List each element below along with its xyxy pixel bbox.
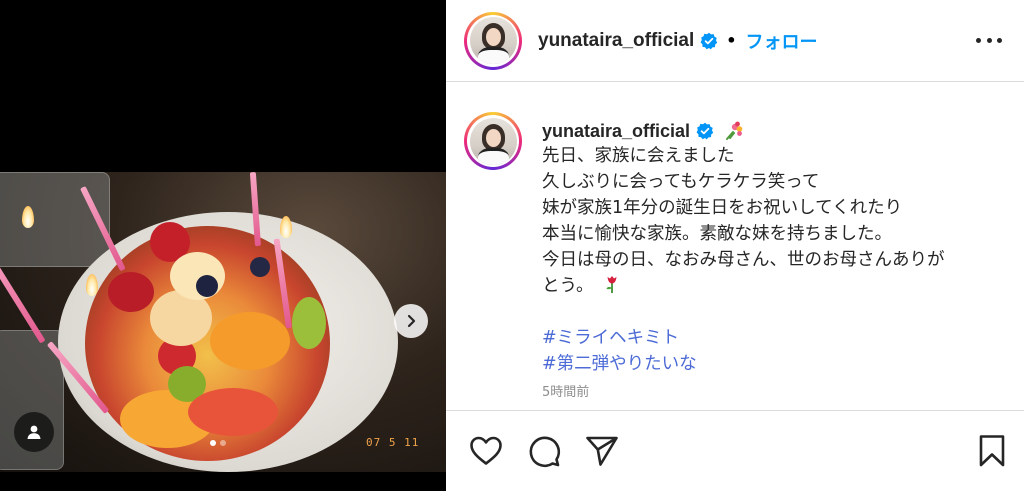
blueberry [196,275,218,297]
caption-avatar[interactable] [464,112,522,170]
like-button[interactable] [468,433,504,469]
header-meta: yunataira_official • フォロー [538,28,818,54]
more-options-icon[interactable] [976,30,1002,50]
photo-timestamp: 07 5 11 [366,436,420,449]
cake-photo[interactable] [0,172,446,472]
caption-line: 本当に愉快な家族。素敵な妹を持ちました。 [542,224,892,244]
caption-line-text: とう。 [542,276,594,296]
comment-button[interactable] [526,433,562,469]
paper-plane-icon [586,436,618,466]
chevron-right-icon [407,314,416,328]
glass-left [0,172,110,267]
caption-line: 妹が家族1年分の誕生日をお祝いしてくれたり [542,198,903,218]
hashtag-link[interactable]: #第二弾やりたいな [542,351,945,377]
caption: yunataira_official 先日、家族に会えました 久しぶりに会っても… [464,112,1014,410]
heart-icon [470,436,502,465]
rose-emoji [606,276,617,293]
hashtag-link[interactable]: #ミライヘキミト [542,325,945,351]
candle-flame [22,206,34,228]
candle-flame [86,274,98,296]
carousel-next-button[interactable] [394,304,428,338]
action-bar [446,410,1024,491]
caption-username[interactable]: yunataira_official [542,118,690,144]
avatar-image [469,117,517,165]
follow-button[interactable]: フォロー [746,28,818,54]
avatar[interactable] [464,11,522,70]
verified-badge-icon [696,122,714,140]
post-panel: yunataira_official • フォロー yunataira_offi… [446,0,1024,491]
avatar-image [469,17,517,64]
carousel-dot-active [210,440,216,446]
caption-line: 久しぶりに会ってもケラケラ笑って [542,172,820,192]
post-time: 5時間前 [542,385,590,400]
share-button[interactable] [584,433,620,469]
post-header: yunataira_official • フォロー [446,0,1024,82]
comment-icon [529,436,561,468]
bookmark-icon [979,435,1005,467]
user-tag-icon [27,425,41,439]
caption-line: 今日は母の日、なおみ母さん、世のお母さんありが [542,250,945,270]
post-media: 07 5 11 [0,0,446,491]
candle-flame [280,216,292,238]
carousel-indicator [210,440,226,446]
bouquet-emoji [726,121,743,140]
strawberry [108,272,154,312]
verified-badge-icon [700,32,718,50]
orange-slice [210,312,290,370]
caption-header: yunataira_official [542,120,945,142]
user-tag-button[interactable] [14,412,54,452]
caption-line: 先日、家族に会えました [542,146,735,166]
header-username[interactable]: yunataira_official [538,30,694,52]
grapefruit-slice [188,388,278,436]
separator-dot: • [726,31,737,50]
carousel-dot [220,440,226,446]
kiwi-slice [292,297,326,349]
caption-line-last: とう。 [542,273,945,299]
save-button[interactable] [974,433,1010,469]
caption-body: yunataira_official 先日、家族に会えました 久しぶりに会っても… [542,112,945,410]
blueberry [250,257,270,277]
